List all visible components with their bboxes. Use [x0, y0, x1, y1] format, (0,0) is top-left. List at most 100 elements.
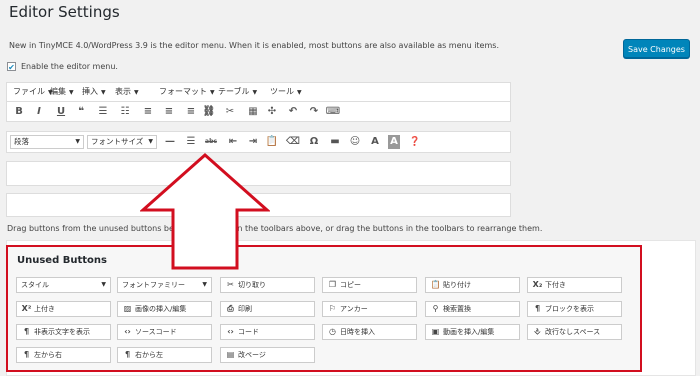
eraser-icon[interactable]: ⌫ [285, 135, 301, 149]
unused-button[interactable]: ▣ 動画を挿入/編集 [425, 324, 520, 340]
align-left-icon[interactable]: ≡ [140, 105, 156, 119]
menu-item-label: フォーマット [159, 87, 207, 96]
unused-button-label: コピー [340, 281, 361, 289]
unused-button[interactable]: ‹› ソースコード [117, 324, 212, 340]
omega-icon[interactable]: Ω [306, 135, 322, 149]
unused-button-label: アンカー [340, 305, 368, 313]
fullscreen-icon[interactable]: ✣ [264, 105, 280, 119]
unused-button[interactable]: ¶ ブロックを表示 [527, 301, 622, 317]
unused-button[interactable]: X² 上付き [16, 301, 111, 317]
unused-button[interactable]: スタイル ▼ [16, 277, 111, 293]
menu-item-3[interactable]: 表示 ▼ [115, 83, 139, 102]
blockquote-icon[interactable]: ❝ [73, 105, 89, 119]
chevron-down-icon: ▼ [75, 138, 80, 145]
superscript-icon: X² [21, 304, 32, 313]
unused-button[interactable]: ❐ コピー [322, 277, 417, 293]
chevron-down-icon: ▼ [202, 281, 207, 288]
align-right-icon[interactable]: ≡ [183, 105, 199, 119]
strikethrough-icon[interactable]: abc [203, 135, 219, 149]
unused-button-label: 日時を挿入 [340, 328, 375, 336]
unlink-icon[interactable]: ✂ [222, 105, 238, 119]
keyboard-icon[interactable]: ⌨ [325, 105, 341, 119]
clock-icon: ◷ [329, 327, 336, 336]
justify-icon[interactable]: ☰ [183, 135, 199, 149]
menu-item-label: 表示 [115, 87, 131, 96]
chevron-down-icon: ▼ [297, 89, 302, 96]
menu-item-4[interactable]: フォーマット ▼ [159, 83, 215, 102]
help-icon[interactable]: ❓ [407, 135, 423, 149]
up-arrow-icon [140, 152, 270, 270]
enable-menu-checkbox[interactable]: ✔ [7, 62, 16, 72]
unused-button-label: 印刷 [238, 305, 252, 313]
undo-icon[interactable]: ↶ [285, 105, 301, 119]
menu-item-1[interactable]: 編集 ▼ [50, 83, 74, 102]
font-size-select[interactable]: フォントサイズ ▼ [87, 135, 157, 149]
pilcrow-icon: ¶ [534, 304, 541, 313]
menu-item-0[interactable]: ファイル ▼ [13, 83, 53, 102]
menu-item-6[interactable]: ツール ▼ [270, 83, 302, 102]
unused-button[interactable]: ⚐ アンカー [322, 301, 417, 317]
format-select-value: 段落 [14, 137, 29, 146]
unused-button[interactable]: ¶ 右から左 [117, 347, 212, 363]
menu-item-label: 編集 [50, 87, 66, 96]
chevron-down-icon: ▼ [134, 89, 139, 96]
source-code-icon: ‹› [124, 327, 131, 336]
page-title: Editor Settings [9, 3, 120, 21]
editor-menubar: ファイル ▼ 編集 ▼ 挿入 ▼ 表示 ▼ フォーマット ▼ テーブル ▼ ツール ▼ [6, 82, 511, 101]
numbered-list-icon[interactable]: ☷ [117, 105, 133, 119]
anchor-icon: ⚐ [328, 304, 337, 313]
unused-button-label: 検索置換 [443, 305, 471, 313]
horizontal-rule-icon[interactable]: — [162, 135, 178, 149]
unused-button[interactable]: ⎙ 印刷 [220, 301, 315, 317]
unused-button-label: 切り取り [238, 281, 266, 289]
unused-button-label: 右から左 [135, 351, 163, 359]
table-icon[interactable]: ▦ [245, 105, 261, 119]
unused-button[interactable]: ⎀ 改行なしスペース [527, 324, 622, 340]
text-color-icon[interactable]: A [367, 135, 383, 149]
enable-menu-row[interactable]: ✔ Enable the editor menu. [7, 62, 118, 72]
unused-button[interactable]: ▨ 画像の挿入/編集 [117, 301, 212, 317]
unused-button[interactable]: X₂ 下付き [527, 277, 622, 293]
unused-button-label: 動画を挿入/編集 [443, 328, 495, 336]
unused-button-label: スタイル [21, 281, 49, 289]
format-select[interactable]: 段落 ▼ [10, 135, 84, 149]
indent-icon[interactable]: ⇥ [245, 135, 261, 149]
unused-button[interactable]: フォントファミリー ▼ [117, 277, 212, 293]
background-color-icon[interactable]: A [388, 135, 400, 149]
chevron-down-icon: ▼ [101, 281, 106, 288]
menu-item-2[interactable]: 挿入 ▼ [82, 83, 106, 102]
italic-icon[interactable]: I [31, 105, 47, 119]
menu-item-label: ファイル [13, 87, 45, 96]
subscript-icon: X₂ [532, 280, 543, 289]
invisible-chars-icon: ¶ [23, 327, 30, 336]
unused-button[interactable]: 📋 貼り付け [425, 277, 520, 293]
unused-button[interactable]: ✂ 切り取り [220, 277, 315, 293]
link-icon[interactable]: ⛓ [201, 105, 217, 119]
unused-button[interactable]: ◷ 日時を挿入 [322, 324, 417, 340]
bold-icon[interactable]: B [11, 105, 27, 119]
nbsp-icon: ⎀ [534, 327, 541, 336]
unused-button-label: コード [238, 328, 259, 336]
unused-button[interactable]: ‹› コード [220, 324, 315, 340]
outdent-icon[interactable]: ⇤ [225, 135, 241, 149]
unused-button[interactable]: ⚲ 検索置換 [425, 301, 520, 317]
menu-item-5[interactable]: テーブル ▼ [218, 83, 257, 102]
unused-button-label: 画像の挿入/編集 [135, 305, 187, 313]
editor-toolbar-2: 段落 ▼ フォントサイズ ▼ — ☰ abc ⇤ ⇥ 📋 ⌫ Ω ▬ ☺ A A ❓ [6, 131, 511, 153]
emoticon-icon[interactable]: ☺ [347, 135, 363, 149]
bullet-list-icon[interactable]: ☰ [95, 105, 111, 119]
chevron-down-icon: ▼ [252, 89, 258, 96]
unused-button-label: 貼り付け [443, 281, 471, 289]
underline-icon[interactable]: U [53, 105, 69, 119]
unused-button[interactable]: ¶ 非表示文字を表示 [16, 324, 111, 340]
save-changes-button[interactable]: Save Changes [623, 39, 690, 58]
scissors-icon: ✂ [227, 280, 234, 289]
paste-icon: 📋 [430, 280, 441, 289]
redo-icon[interactable]: ↷ [306, 105, 322, 119]
media-icon[interactable]: ▬ [327, 135, 343, 149]
unused-button[interactable]: ¶ 左から右 [16, 347, 111, 363]
paste-text-icon[interactable]: 📋 [264, 135, 280, 149]
image-icon: ▨ [123, 304, 132, 313]
unused-button[interactable]: ▤ 改ページ [220, 347, 315, 363]
align-center-icon[interactable]: ≡ [161, 105, 177, 119]
